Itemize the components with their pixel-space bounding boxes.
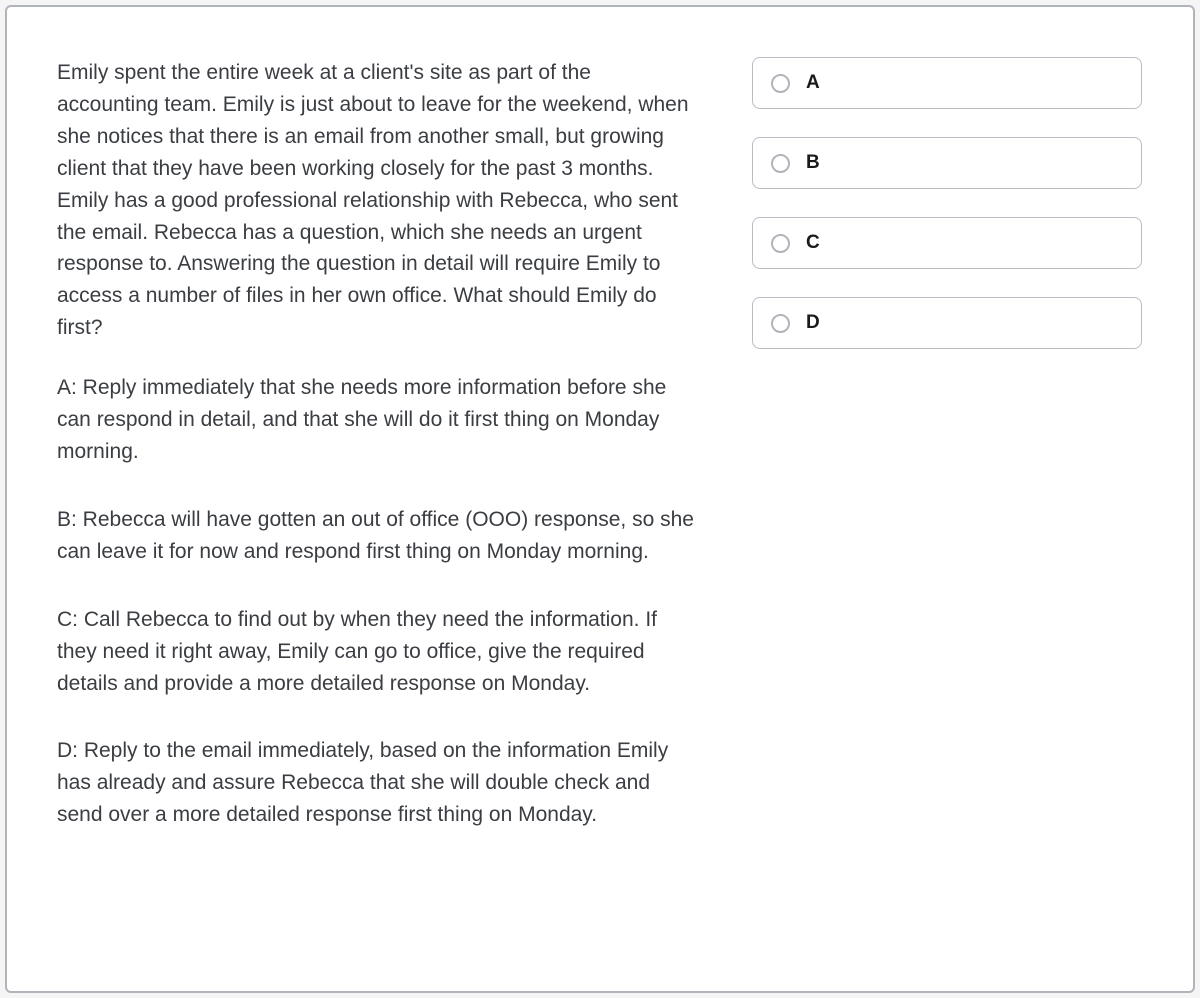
answer-text-a: A: Reply immediately that she needs more… [57, 372, 697, 468]
option-label-b: B [806, 152, 820, 174]
option-label-d: D [806, 312, 820, 334]
option-label-c: C [806, 232, 820, 254]
answer-text-d: D: Reply to the email immediately, based… [57, 735, 697, 831]
option-button-d[interactable]: D [752, 297, 1142, 349]
radio-icon [771, 234, 790, 253]
radio-icon [771, 154, 790, 173]
option-button-a[interactable]: A [752, 57, 1142, 109]
option-button-c[interactable]: C [752, 217, 1142, 269]
question-column: Emily spent the entire week at a client'… [57, 57, 697, 941]
option-button-b[interactable]: B [752, 137, 1142, 189]
quiz-container: Emily spent the entire week at a client'… [5, 5, 1195, 993]
option-label-a: A [806, 72, 820, 94]
radio-icon [771, 74, 790, 93]
answer-text-b: B: Rebecca will have gotten an out of of… [57, 504, 697, 568]
question-text: Emily spent the entire week at a client'… [57, 57, 697, 344]
radio-icon [771, 314, 790, 333]
options-column: A B C D [752, 57, 1142, 941]
answer-text-c: C: Call Rebecca to find out by when they… [57, 604, 697, 700]
